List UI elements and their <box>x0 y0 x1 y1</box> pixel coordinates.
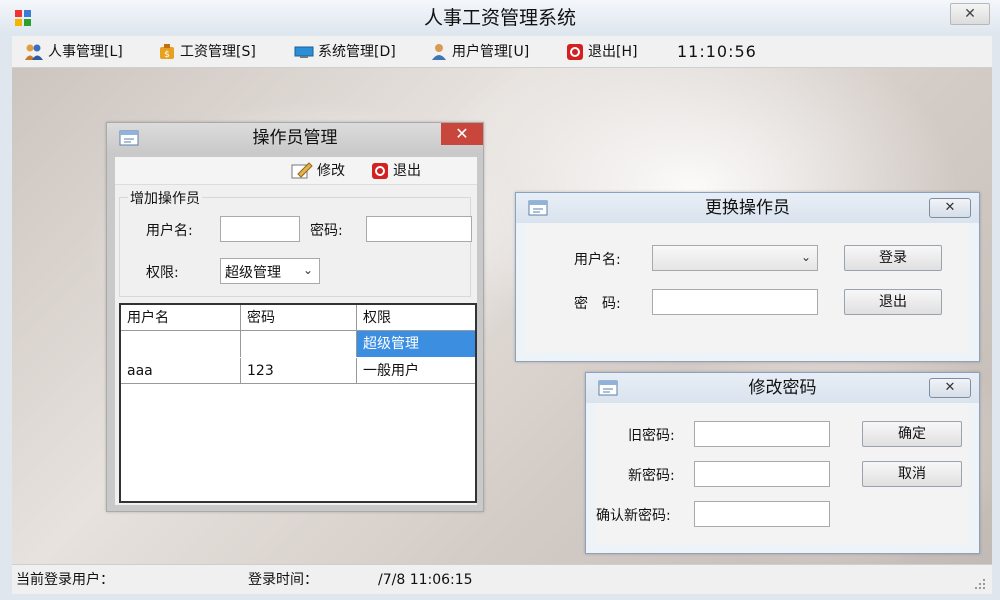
window-close-button[interactable]: ✕ <box>950 3 990 25</box>
switch-dialog-title: 更换操作员 <box>705 198 790 218</box>
cell-permission: 超级管理 <box>357 331 475 357</box>
column-header[interactable]: 密码 <box>241 305 357 331</box>
operator-dialog-close-button[interactable]: ✕ <box>441 123 483 145</box>
permission-select[interactable]: 超级管理 ⌄ <box>220 258 320 284</box>
chevron-down-icon: ⌄ <box>800 250 811 264</box>
user-icon <box>432 44 446 60</box>
operator-toolbar: 修改 退出 <box>115 157 477 185</box>
confirm-password-input[interactable] <box>694 501 830 527</box>
switch-password-input[interactable] <box>652 289 818 315</box>
menu-system-label: 系统管理[D] <box>318 44 396 60</box>
title-bar: 人事工资管理系统 ✕ <box>0 0 1000 36</box>
switch-username-label: 用户名: <box>574 252 621 268</box>
monitor-icon <box>294 46 314 58</box>
login-time-value: /7/8 11:06:15 <box>378 572 473 588</box>
login-time-label: 登录时间： <box>248 572 318 588</box>
cell-permission: 一般用户 <box>363 363 419 379</box>
new-password-input[interactable] <box>694 461 830 487</box>
close-icon: ✕ <box>964 6 976 22</box>
cell-password <box>241 331 357 357</box>
menu-user-label: 用户管理[U] <box>452 44 530 60</box>
menu-exit[interactable]: 退出[H] <box>566 36 637 68</box>
new-password-label: 新密码: <box>628 468 675 484</box>
operator-manager-dialog: 操作员管理 ✕ 修改 退出 增加操作员 用户名: 密码: 权限: 超级管理 ⌄ … <box>106 122 484 512</box>
current-user-label: 当前登录用户： <box>16 572 114 588</box>
cell-password: 123 <box>241 358 357 384</box>
password-dialog-title: 修改密码 <box>748 378 817 398</box>
switch-dialog-close-button[interactable]: ✕ <box>929 198 971 218</box>
menu-personnel[interactable]: 人事管理[L] <box>24 36 123 68</box>
menu-salary-label: 工资管理[S] <box>180 44 256 60</box>
login-button[interactable]: 登录 <box>844 245 942 271</box>
exit-icon <box>372 163 388 179</box>
cell-username: aaa <box>121 358 241 384</box>
password-dialog-close-button[interactable]: ✕ <box>929 378 971 398</box>
people-icon <box>25 44 43 60</box>
old-password-input[interactable] <box>694 421 830 447</box>
edit-button[interactable]: 修改 <box>291 157 345 185</box>
edit-icon <box>291 162 313 179</box>
add-operator-legend: 增加操作员 <box>128 188 202 208</box>
table-row[interactable]: aaa 123 一般用户 <box>121 358 475 384</box>
switch-dialog-body: 用户名: ⌄ 密 码: 登录 退出 <box>526 223 969 351</box>
status-bar: 当前登录用户： 登录时间： /7/8 11:06:15 <box>12 564 992 594</box>
resize-grip-icon[interactable] <box>974 578 986 590</box>
password-label: 密码: <box>310 223 343 239</box>
chevron-down-icon: ⌄ <box>302 263 313 277</box>
operator-dialog-body: 修改 退出 增加操作员 用户名: 密码: 权限: 超级管理 ⌄ 用户名 密码 权… <box>115 157 477 505</box>
menu-system[interactable]: 系统管理[D] <box>294 36 396 68</box>
permission-select-value: 超级管理 <box>225 265 281 281</box>
switch-dialog-titlebar: 更换操作员 ✕ <box>516 193 979 223</box>
username-label: 用户名: <box>146 223 193 239</box>
mdi-workspace: 操作员管理 ✕ 修改 退出 增加操作员 用户名: 密码: 权限: 超级管理 ⌄ … <box>12 68 992 564</box>
change-password-dialog: 修改密码 ✕ 旧密码: 新密码: 确认新密码: 确定 取消 <box>585 372 980 554</box>
old-password-label: 旧密码: <box>628 428 675 444</box>
add-operator-group: 增加操作员 用户名: 密码: 权限: 超级管理 ⌄ <box>119 188 472 297</box>
confirm-password-label: 确认新密码: <box>596 508 671 524</box>
clock: 11:10:56 <box>677 42 757 61</box>
menu-user[interactable]: 用户管理[U] <box>430 36 529 68</box>
switch-operator-dialog: 更换操作员 ✕ 用户名: ⌄ 密 码: 登录 退出 <box>515 192 980 362</box>
password-input[interactable] <box>366 216 472 242</box>
switch-exit-button[interactable]: 退出 <box>844 289 942 315</box>
operator-dialog-title: 操作员管理 <box>252 128 338 148</box>
cell-username <box>121 331 241 357</box>
menu-personnel-label: 人事管理[L] <box>48 44 123 60</box>
toolbar-exit-button[interactable]: 退出 <box>371 157 421 185</box>
password-dialog-body: 旧密码: 新密码: 确认新密码: 确定 取消 <box>596 403 969 543</box>
switch-username-select[interactable]: ⌄ <box>652 245 818 271</box>
table-row[interactable]: 超级管理 <box>121 331 475 357</box>
edit-label: 修改 <box>317 163 345 179</box>
menu-salary[interactable]: $ 工资管理[S] <box>158 36 256 68</box>
menu-exit-label: 退出[H] <box>588 44 638 60</box>
column-header[interactable]: 权限 <box>357 305 475 331</box>
column-header[interactable]: 用户名 <box>121 305 241 331</box>
operator-table: 用户名 密码 权限 超级管理 aaa 123 一般用户 <box>119 303 477 503</box>
money-bag-icon: $ <box>160 44 174 60</box>
close-icon: ✕ <box>944 380 956 395</box>
username-input[interactable] <box>220 216 300 242</box>
close-icon: ✕ <box>455 124 469 143</box>
switch-password-label: 密 码: <box>574 296 621 312</box>
table-header: 用户名 密码 权限 <box>121 305 475 331</box>
window-title: 人事工资管理系统 <box>423 7 576 29</box>
toolbar-exit-label: 退出 <box>393 163 421 179</box>
permission-label: 权限: <box>146 265 179 281</box>
password-dialog-titlebar: 修改密码 ✕ <box>586 373 979 403</box>
svg-text:$: $ <box>164 50 170 60</box>
ok-button[interactable]: 确定 <box>862 421 962 447</box>
operator-dialog-titlebar: 操作员管理 ✕ <box>107 123 483 153</box>
exit-icon <box>567 44 583 60</box>
cancel-button[interactable]: 取消 <box>862 461 962 487</box>
menu-bar: 人事管理[L] $ 工资管理[S] 系统管理[D] 用户管理[U] 退出[H] … <box>12 36 992 68</box>
close-icon: ✕ <box>944 200 956 215</box>
